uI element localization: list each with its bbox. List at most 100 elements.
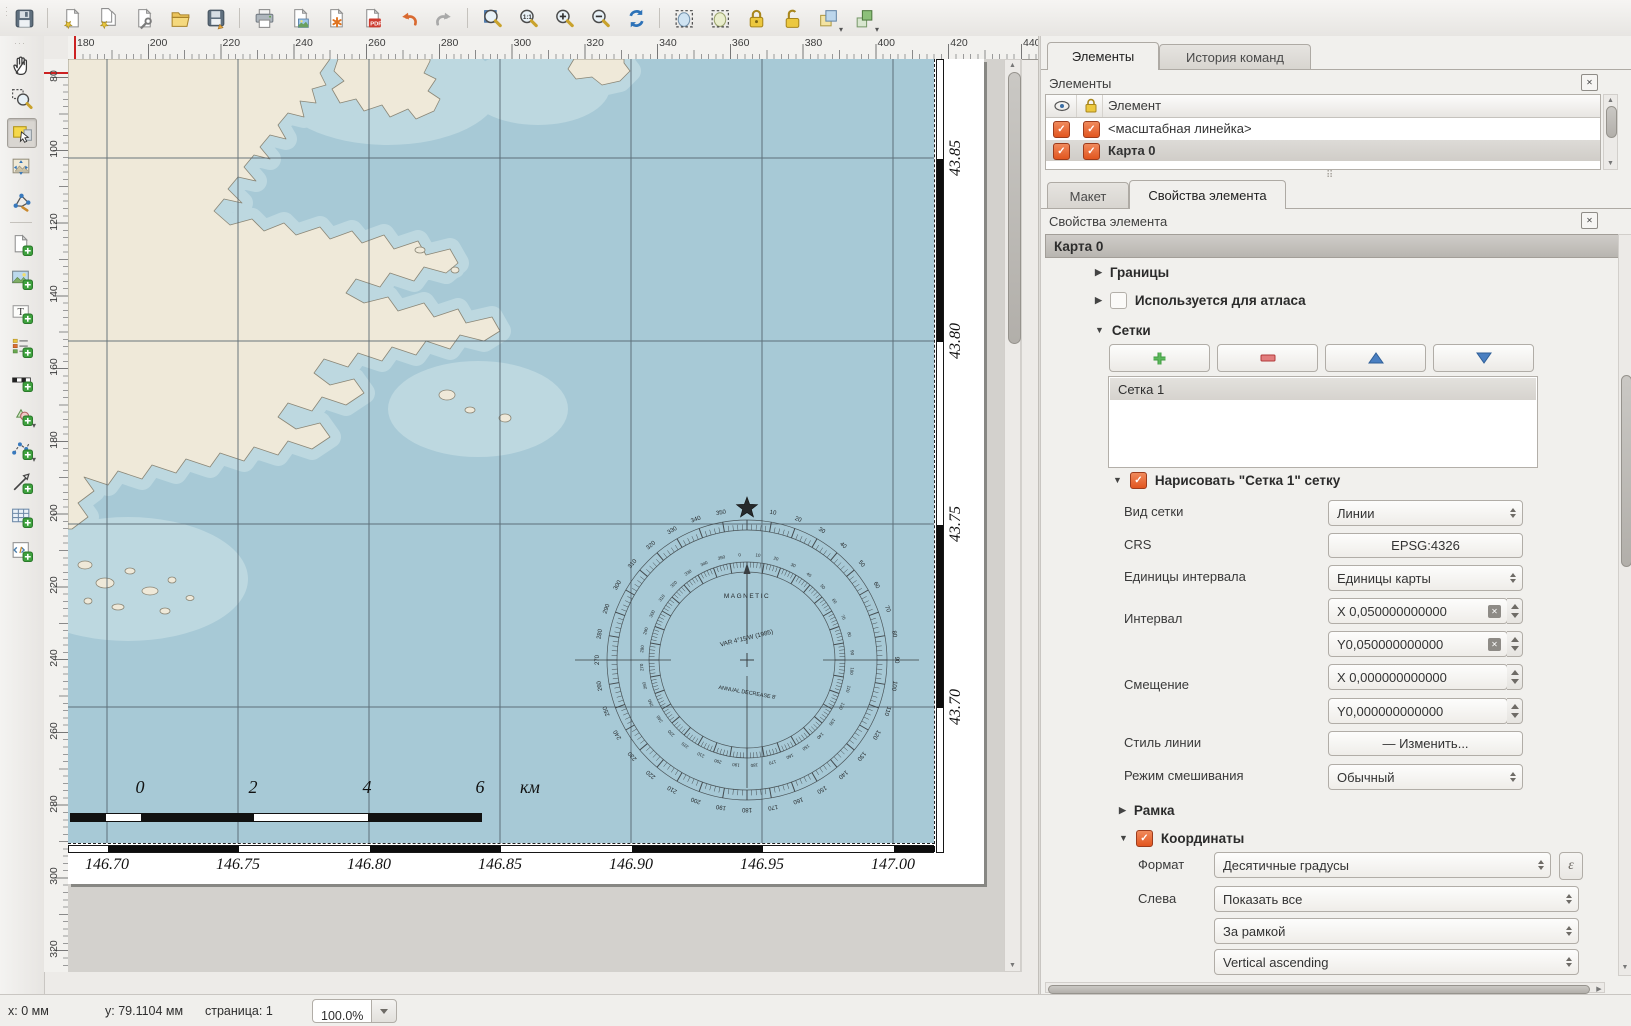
deselect-items-icon[interactable]	[706, 4, 734, 32]
tab-layout[interactable]: Макет	[1047, 182, 1129, 209]
offset-y-field[interactable]: Y0,000000000000	[1328, 698, 1508, 724]
tab-items[interactable]: Элементы	[1047, 42, 1159, 70]
grid-down-button[interactable]	[1433, 344, 1534, 372]
add-nodes-item-icon[interactable]: ▾	[7, 434, 35, 462]
layout-canvas[interactable]: 0010102020303040405050606070708080909010…	[68, 59, 1022, 972]
undo-icon[interactable]	[394, 4, 422, 32]
offset-x-spinner[interactable]	[1507, 664, 1523, 690]
move-content-icon[interactable]	[7, 152, 35, 180]
add-shape-icon[interactable]: ▾	[7, 400, 35, 428]
interval-y-field[interactable]: Y0,050000000000✕	[1328, 631, 1508, 657]
crs-button[interactable]: EPSG:4326	[1328, 533, 1523, 558]
grid-type-combo[interactable]: Линии	[1328, 500, 1523, 526]
lock-items-icon[interactable]	[742, 4, 770, 32]
clear-icon[interactable]: ✕	[1488, 605, 1501, 618]
select-item-icon[interactable]	[7, 118, 37, 148]
toolbar-grip[interactable]: ···	[14, 38, 26, 48]
item-row-map[interactable]: ✓ ✓ Карта 0	[1046, 140, 1600, 161]
properties-hscrollbar-thumb[interactable]	[1048, 985, 1590, 994]
add-legend-icon[interactable]	[7, 332, 35, 360]
select-items-icon[interactable]	[670, 4, 698, 32]
edit-nodes-icon[interactable]	[7, 186, 35, 214]
raise-items-icon[interactable]: ▾	[850, 4, 878, 32]
layout-page[interactable]: 0010102020303040405050606070708080909010…	[68, 59, 984, 884]
line-style-button[interactable]: — Изменить...	[1328, 731, 1523, 756]
add-arrow-icon[interactable]	[7, 468, 35, 496]
offset-x-field[interactable]: X 0,000000000000	[1328, 664, 1508, 690]
visibility-checkbox[interactable]: ✓	[1053, 121, 1070, 138]
left-display-combo[interactable]: Показать все	[1214, 886, 1579, 912]
add-label-icon[interactable]: T	[7, 298, 35, 326]
interval-x-spinner[interactable]	[1507, 598, 1523, 624]
zoom-full-icon[interactable]	[478, 4, 506, 32]
item-label[interactable]: <масштабная линейка>	[1108, 121, 1252, 136]
zoom-level-field[interactable]: 100.0%	[312, 999, 372, 1023]
properties-vscrollbar-thumb[interactable]	[1621, 375, 1631, 567]
item-row-scalebar[interactable]: ✓ ✓ <масштабная линейка>	[1046, 118, 1600, 139]
add-page-icon[interactable]	[7, 230, 35, 258]
data-defined-override-button[interactable]: ε	[1559, 852, 1583, 880]
save-as-icon[interactable]	[202, 4, 230, 32]
items-vscrollbar-thumb[interactable]	[1606, 106, 1617, 138]
duplicate-layout-icon[interactable]	[94, 4, 122, 32]
redo-icon[interactable]	[430, 4, 458, 32]
group-borders[interactable]: ▶Границы	[1095, 262, 1169, 282]
group-coordinates[interactable]: ▼✓Координаты	[1119, 828, 1244, 848]
group-atlas[interactable]: ▶Используется для атласа	[1095, 290, 1306, 310]
group-items-icon[interactable]: ▾	[814, 4, 842, 32]
export-svg-icon[interactable]	[322, 4, 350, 32]
zoom-in-icon[interactable]	[550, 4, 578, 32]
properties-hscrollbar[interactable]: ▶	[1045, 982, 1605, 993]
canvas-vscrollbar[interactable]: ▲ ▼	[1004, 59, 1021, 972]
open-layout-icon[interactable]	[166, 4, 194, 32]
close-icon[interactable]: ✕	[1581, 212, 1598, 229]
export-pdf-icon[interactable]: PDF	[358, 4, 386, 32]
pan-icon[interactable]	[7, 50, 35, 78]
new-layout-icon[interactable]	[58, 4, 86, 32]
grid-list-item[interactable]: Сетка 1	[1110, 378, 1536, 400]
interval-x-field[interactable]: X 0,050000000000✕	[1328, 598, 1508, 624]
close-icon[interactable]: ✕	[1581, 74, 1598, 91]
unlock-items-icon[interactable]	[778, 4, 806, 32]
canvas-vscrollbar-thumb[interactable]	[1008, 72, 1021, 344]
add-scalebar-icon[interactable]	[7, 366, 35, 394]
offset-y-spinner[interactable]	[1507, 698, 1523, 724]
properties-vscrollbar[interactable]: ▼	[1618, 234, 1631, 976]
tab-history[interactable]: История команд	[1159, 44, 1311, 70]
scalebar-item[interactable]	[70, 813, 482, 822]
grid-list[interactable]: Сетка 1	[1108, 376, 1538, 468]
zoom-actual-icon[interactable]: 1:1	[514, 4, 542, 32]
lock-checkbox[interactable]: ✓	[1083, 121, 1100, 138]
visibility-checkbox[interactable]: ✓	[1053, 143, 1070, 160]
zoom-dropdown-button[interactable]	[371, 999, 397, 1023]
interval-units-combo[interactable]: Единицы карты	[1328, 565, 1523, 591]
blend-mode-combo[interactable]: Обычный	[1328, 764, 1523, 790]
clear-icon[interactable]: ✕	[1488, 638, 1501, 651]
map-item[interactable]: 0010102020303040405050606070708080909010…	[68, 59, 935, 844]
left-direction-combo[interactable]: Vertical ascending	[1214, 949, 1579, 975]
export-image-icon[interactable]	[286, 4, 314, 32]
interval-y-spinner[interactable]	[1507, 631, 1523, 657]
layout-manager-icon[interactable]	[130, 4, 158, 32]
grid-up-button[interactable]	[1325, 344, 1426, 372]
left-position-combo[interactable]: За рамкой	[1214, 918, 1579, 944]
item-label[interactable]: Карта 0	[1108, 143, 1156, 158]
refresh-icon[interactable]	[622, 4, 650, 32]
items-vscrollbar[interactable]: ▲ ▼	[1603, 94, 1618, 170]
group-grids[interactable]: ▼Сетки	[1095, 320, 1151, 340]
tab-item-properties[interactable]: Свойства элемента	[1129, 180, 1286, 209]
add-html-icon[interactable]	[7, 536, 35, 564]
dock-splitter-handle[interactable]: ⠿	[1326, 170, 1335, 181]
draw-grid-toggle[interactable]: ▼✓Нарисовать "Сетка 1" сетку	[1113, 470, 1340, 490]
format-combo[interactable]: Десятичные градусы	[1214, 852, 1551, 878]
zoom-tool-icon[interactable]	[7, 84, 35, 112]
add-grid-button[interactable]	[1109, 344, 1210, 372]
zoom-out-icon[interactable]	[586, 4, 614, 32]
add-image-icon[interactable]	[7, 264, 35, 292]
add-table-icon[interactable]	[7, 502, 35, 530]
lock-checkbox[interactable]: ✓	[1083, 143, 1100, 160]
remove-grid-button[interactable]	[1217, 344, 1318, 372]
group-frame[interactable]: ▶Рамка	[1119, 800, 1175, 820]
save-icon[interactable]	[10, 4, 38, 32]
print-icon[interactable]	[250, 4, 278, 32]
